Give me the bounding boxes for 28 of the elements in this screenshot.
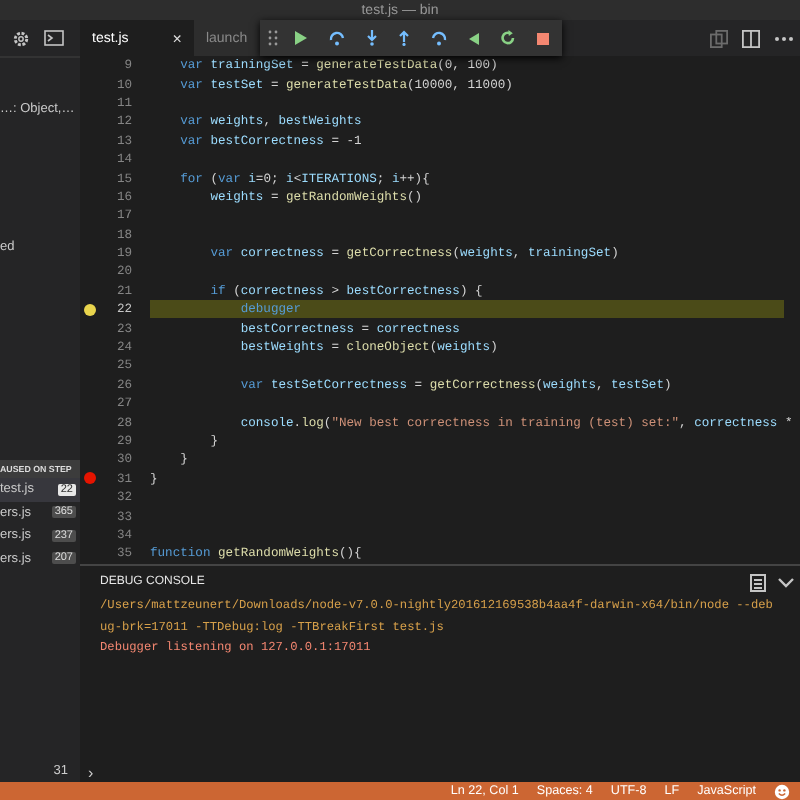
settings-icon[interactable] bbox=[12, 29, 30, 47]
restart-icon bbox=[500, 30, 516, 46]
step-into-button[interactable] bbox=[362, 30, 382, 46]
stop-button[interactable] bbox=[532, 31, 554, 45]
chevron-icon[interactable] bbox=[778, 577, 794, 587]
close-icon[interactable]: × bbox=[172, 29, 182, 47]
smiley-icon[interactable] bbox=[774, 783, 790, 799]
restart-button[interactable] bbox=[496, 30, 520, 46]
reverse-button[interactable] bbox=[464, 31, 484, 45]
console-prompt[interactable]: › bbox=[88, 763, 94, 781]
compare-icon[interactable] bbox=[710, 29, 728, 47]
clear-console-icon[interactable] bbox=[750, 573, 766, 591]
stop-icon bbox=[536, 31, 550, 45]
breakpoint-dot[interactable] bbox=[84, 472, 96, 485]
console-icon[interactable] bbox=[44, 30, 64, 46]
more-icon[interactable] bbox=[774, 35, 794, 41]
step-back-button[interactable] bbox=[426, 30, 452, 46]
down-arrow-icon bbox=[366, 30, 378, 46]
continue-button[interactable] bbox=[290, 30, 312, 46]
reverse-play-icon bbox=[468, 31, 480, 45]
grip-icon[interactable] bbox=[268, 30, 278, 46]
step-over-button[interactable] bbox=[324, 30, 350, 46]
curved-arrow-icon bbox=[328, 30, 346, 46]
play-icon bbox=[294, 30, 308, 46]
step-out-button[interactable] bbox=[394, 30, 414, 46]
curved-arrow-icon bbox=[430, 30, 448, 46]
up-arrow-icon bbox=[398, 30, 410, 46]
split-editor-icon[interactable] bbox=[742, 29, 760, 47]
